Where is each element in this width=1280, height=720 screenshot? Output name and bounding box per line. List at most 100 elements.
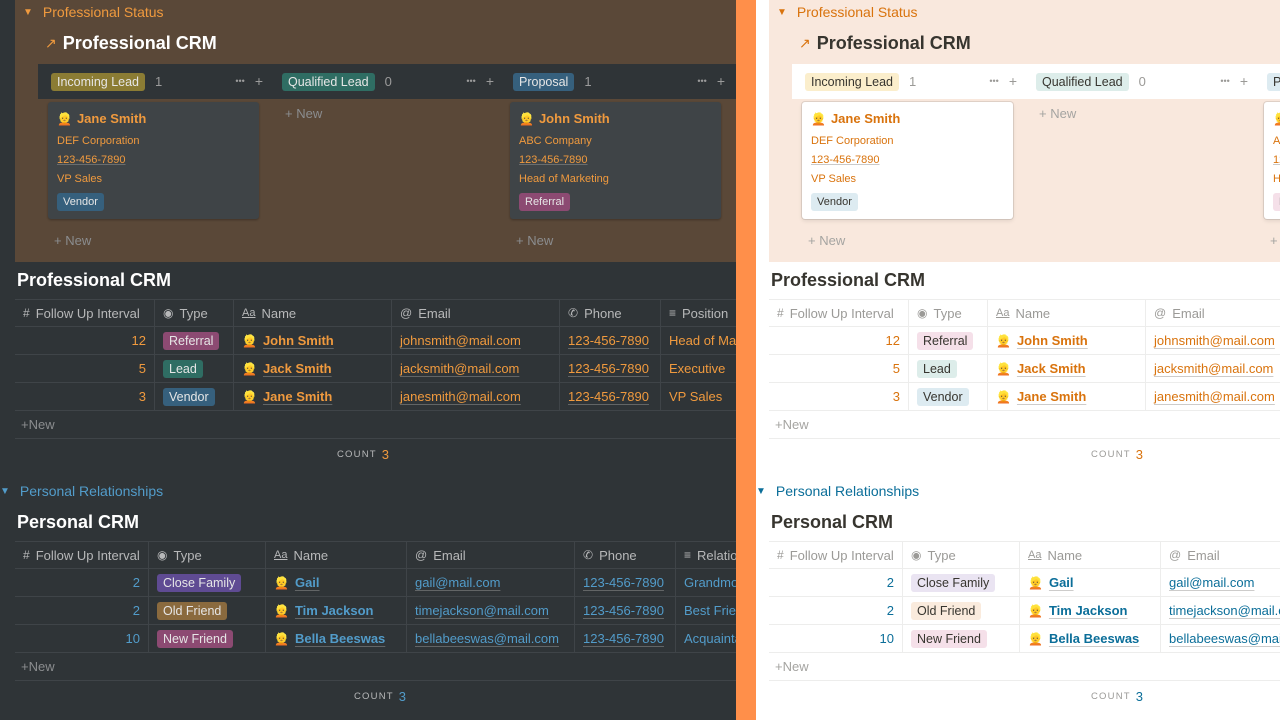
column-header[interactable]: @ Email [1145,300,1280,326]
new-card-button[interactable]: + New [279,100,490,127]
position-cell[interactable]: Executive [660,355,736,382]
column-status-tag[interactable]: Proposal [513,72,575,91]
table-row[interactable]: 3Vendor👱Jane Smithjanesmith@mail.com123-… [15,383,736,411]
email-link[interactable]: jacksmith@mail.com [400,361,519,376]
new-row-button[interactable]: + New [15,411,736,439]
type-cell[interactable]: New Friend [902,625,1019,652]
table-row[interactable]: 5 Lead 👱 Jack Smith jacksmith@mail.com 123-45… [15,355,736,383]
type-cell[interactable]: Vendor [908,383,987,410]
more-options-icon[interactable]: ••• [466,73,475,89]
board-card[interactable]: 👱John SmithABC Company123-456-7890Head o… [510,102,721,219]
column-header[interactable]: Aa Name [1019,542,1160,568]
add-card-icon[interactable]: + [717,73,725,89]
phone-link[interactable]: 123-456-7890 [583,575,664,590]
phone-cell[interactable]: 123-456-7890 [559,327,660,354]
name-cell[interactable]: 👱 Gail [1019,569,1160,596]
column-header[interactable]: @ Email [1160,542,1280,568]
name-link[interactable]: John Smith [1017,333,1088,348]
name-cell[interactable]: 👱 John Smith [987,327,1145,354]
name-link[interactable]: Jane Smith [263,389,332,404]
follow-up-interval-cell[interactable]: 12 [15,327,154,354]
phone-cell[interactable]: 123-456-7890 [574,569,675,596]
column-header[interactable]: ◉ Type [902,542,1019,568]
column-header[interactable]: # Follow Up Interval [769,300,908,326]
add-card-icon[interactable]: + [1240,73,1248,89]
follow-up-interval-cell[interactable]: 12 [769,327,908,354]
column-header[interactable]: ◉ Type [148,542,265,568]
relation-cell[interactable]: Grandmother [675,569,736,596]
position-cell[interactable]: VP Sales [660,383,736,410]
new-card-button[interactable]: + New [1264,227,1280,254]
name-cell[interactable]: 👱 Bella Beeswas [1019,625,1160,652]
more-options-icon[interactable]: ••• [697,73,706,89]
table-row[interactable]: 12 Referral 👱 John Smith johnsmith@mail.com 1… [15,327,736,355]
column-header[interactable]: # Follow Up Interval [769,542,902,568]
name-cell[interactable]: 👱 John Smith [233,327,391,354]
follow-up-interval-cell[interactable]: 10 [769,625,902,652]
board-card[interactable]: 👱 Jane Smith DEF Corporation 123-456-7890 VP… [48,102,259,219]
phone-link[interactable]: 123-456-7890 [568,333,649,348]
email-link[interactable]: bellabeeswas@mail.com [415,631,559,646]
type-cell[interactable]: Lead [154,355,233,382]
name-cell[interactable]: 👱 Jane Smith [233,383,391,410]
follow-up-interval-cell[interactable]: 2 [769,569,902,596]
personal-relationships-toggle[interactable]: ▼ Personal Relationships [756,483,919,499]
phone-cell[interactable]: 123-456-7890 [574,597,675,624]
new-row-button[interactable]: + New [769,653,1280,681]
professional-status-toggle[interactable]: ▼ Professional Status [777,4,918,20]
new-card-button[interactable]: + New [1033,100,1244,127]
name-link[interactable]: Bella Beeswas [1049,631,1139,646]
column-status-tag[interactable]: Qualified Lead [1036,72,1129,91]
column-header[interactable]: ≡ Relationship [675,542,736,568]
type-cell[interactable]: New Friend [148,625,265,652]
email-link[interactable]: johnsmith@mail.com [1154,333,1275,348]
follow-up-interval-cell[interactable]: 2 [15,569,148,596]
linked-database-title[interactable]: ↗ Professional CRM [799,33,971,54]
position-cell[interactable]: Head of Marketing [660,327,736,354]
email-cell[interactable]: johnsmith@mail.com [1145,327,1280,354]
table-row[interactable]: 2 Old Friend 👱 Tim Jackson timejackson@mail.… [769,597,1280,625]
card-phone[interactable]: 123-456-7890 [57,154,250,166]
professional-status-toggle[interactable]: ▼ Professional Status [23,4,164,20]
column-header[interactable]: ✆ Phone [574,542,675,568]
name-cell[interactable]: 👱 Gail [265,569,406,596]
name-cell[interactable]: 👱 Bella Beeswas [265,625,406,652]
relation-cell[interactable]: Acquaintance [675,625,736,652]
type-cell[interactable]: Close Family [902,569,1019,596]
name-link[interactable]: Jack Smith [1017,361,1086,376]
column-header[interactable]: # Follow Up Interval [15,542,148,568]
card-title[interactable]: 👱John Smith [1273,111,1280,126]
type-cell[interactable]: Referral [908,327,987,354]
table-row[interactable]: 2 Close Family 👱 Gail gail@mail.com 123-456-7… [15,569,736,597]
new-card-button[interactable]: + New [48,227,259,254]
column-header[interactable]: @ Email [406,542,574,568]
card-title[interactable]: 👱 Jane Smith [57,111,250,126]
table-row[interactable]: 10 New Friend 👱 Bella Beeswas bellabeeswas@m… [15,625,736,653]
name-cell[interactable]: 👱 Tim Jackson [265,597,406,624]
email-link[interactable]: gail@mail.com [1169,575,1254,590]
table-row[interactable]: 3Vendor👱Jane Smithjanesmith@mail.com123-… [769,383,1280,411]
email-cell[interactable]: jacksmith@mail.com [391,355,559,382]
new-row-button[interactable]: + New [769,411,1280,439]
phone-link[interactable]: 123-456-7890 [583,603,664,618]
type-cell[interactable]: Old Friend [902,597,1019,624]
column-status-tag[interactable]: Qualified Lead [282,72,375,91]
board-card[interactable]: 👱John SmithABC Company123-456-7890Head o… [1264,102,1280,219]
column-status-tag[interactable]: Proposal [1267,72,1280,91]
phone-cell[interactable]: 123-456-7890 [559,383,660,410]
card-title[interactable]: 👱John Smith [519,111,712,126]
email-link[interactable]: johnsmith@mail.com [400,333,521,348]
email-link[interactable]: timejackson@mail.com [1169,603,1280,618]
table-row[interactable]: 2 Old Friend 👱 Tim Jackson timejackson@mail.… [15,597,736,625]
type-cell[interactable]: Referral [154,327,233,354]
add-card-icon[interactable]: + [255,73,263,89]
phone-link[interactable]: 123-456-7890 [568,389,649,404]
new-card-button[interactable]: + New [510,227,721,254]
phone-link[interactable]: 123-456-7890 [583,631,664,646]
linked-database-title[interactable]: ↗ Professional CRM [45,33,217,54]
email-cell[interactable]: gail@mail.com [1160,569,1280,596]
name-cell[interactable]: 👱 Jack Smith [233,355,391,382]
table-row[interactable]: 10 New Friend 👱 Bella Beeswas bellabeeswas@m… [769,625,1280,653]
follow-up-interval-cell[interactable]: 3 [15,383,154,410]
column-header[interactable]: # Follow Up Interval [15,300,154,326]
